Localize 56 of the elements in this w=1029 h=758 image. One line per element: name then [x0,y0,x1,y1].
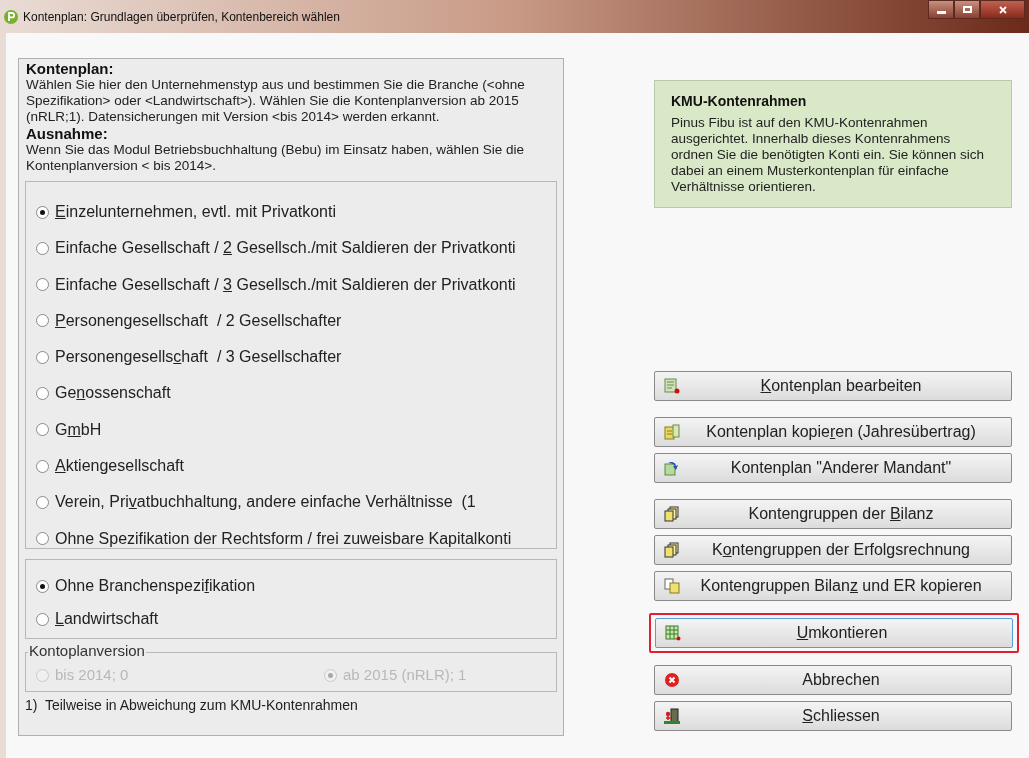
action-button[interactable]: Kontenplan "Anderer Mandant" [654,453,1012,483]
radio-button[interactable] [36,278,49,292]
radio-button[interactable] [36,423,49,437]
radio-button[interactable] [36,459,49,473]
stacked-pages-icon [664,506,680,522]
close-button[interactable] [980,0,1025,19]
radio-button[interactable] [36,579,49,593]
intro-text: Wenn Sie das Modul Betriebsbuchhaltung (Bebu) im Einsatz haben, wählen Sie die Kontenplanversion < bis 2014>. [26,142,526,174]
maximize-button[interactable] [954,0,980,19]
cancel-icon [664,672,680,688]
radio-button[interactable] [36,532,49,546]
action-button[interactable]: Kontengruppen der Erfolgsrechnung [654,535,1012,565]
radio-button[interactable] [36,387,49,400]
table-icon [665,625,681,641]
option-label: Aktiengesellschaft [55,456,184,477]
action-button[interactable]: Kontengruppen der Bilanz [654,499,1012,529]
radio-button[interactable] [36,314,49,328]
option-label: Einfache Gesellschaft / 2 Gesellsch./mit Saldieren der Privatkonti [55,238,516,259]
section-heading: Kontenplan: [26,60,115,77]
copy-icon [664,578,680,594]
radio-button[interactable] [36,350,49,364]
app-logo-icon [4,9,18,24]
option-label: Personengesellschaft / 2 Gesellschafter [55,310,342,331]
action-button[interactable]: Kontenplan kopieren (Jahresübertrag) [654,417,1012,447]
section-heading: Ausnahme: [26,125,109,142]
radio-button[interactable] [36,241,49,255]
option-label: Verein, Privatbuchhaltung, andere einfache Verhältnisse (1 [55,492,476,513]
option-label: Genossenschaft [55,383,171,404]
action-button[interactable]: Umkontieren [655,618,1013,648]
stacked-pages-icon [664,542,680,558]
option-label: GmbH [55,419,102,440]
close-icon [998,5,1007,14]
option-label: Ohne Spezifikation der Rechtsform / frei zuweisbare Kapitalkonti [55,528,512,549]
option-label: Personengesellschaft / 3 Gesellschafter [55,347,342,368]
document-arrow-icon [664,460,680,476]
option-label: Landwirtschaft [55,609,159,629]
radio-button[interactable] [36,495,49,509]
action-button[interactable]: Kontenplan bearbeiten [654,371,1012,401]
minimize-button[interactable] [928,0,954,19]
action-button[interactable]: Abbrechen [654,665,1012,695]
document-edit-icon [664,378,680,394]
action-button[interactable]: Schliessen [654,701,1012,731]
option-label: Ohne Branchenspezifikation [55,576,256,596]
notebook-icon [664,424,680,440]
info-title: KMU-Kontenrahmen [671,92,808,111]
info-text: Pinus Fibu ist auf den KMU-Kontenrahmen ausgerichtet. Innerhalb dieses Kontenrahmens ordnen Sie die benötigten Konti ein. Sie können sich dabei an einem Musterkontenplan für einfache Verhältnisse orientieren. [671,115,985,195]
option-label: Einzelunternehmen, evtl. mit Privatkonti [55,202,336,222]
group-legend: Kontoplanversion [28,642,146,659]
footnote: 1) Teilweise in Abweichung zum KMU-Kontenrahmen [25,696,359,715]
radio-button[interactable] [36,205,49,219]
exit-door-icon [664,708,680,724]
window-title: Kontenplan: Grundlagen überprüfen, Kontenbereich wählen [23,8,340,26]
action-button[interactable]: Kontengruppen Bilanz und ER kopieren [654,571,1012,601]
radio-button[interactable] [36,612,49,626]
intro-text: Wählen Sie hier den Unternehmenstyp aus und bestimmen Sie die Branche (<ohne Spezifikation> oder <Landwirtschaft>). Wählen Sie die Kontenplanversion ab 2015 (nRLR;1). Datensicherungen mit Version <bis 2014> werden erkannt. [26,77,526,125]
option-label: Einfache Gesellschaft / 3 Gesellsch./mit Saldieren der Privatkonti [55,274,516,295]
